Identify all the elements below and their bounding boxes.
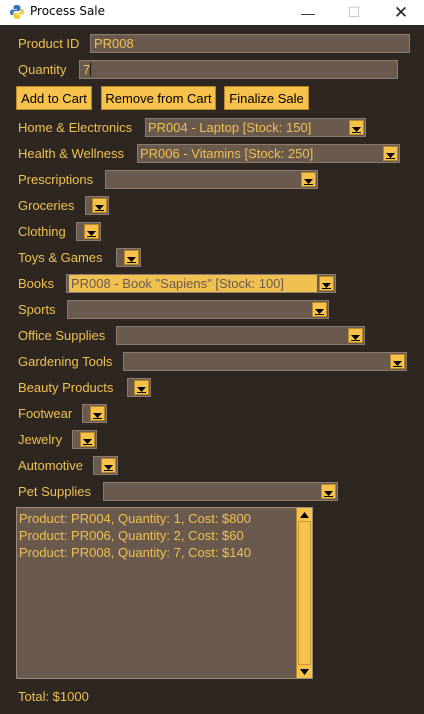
triangle-down-icon[interactable] (383, 146, 398, 161)
product-id-label: Product ID (18, 36, 80, 51)
category-label-automotive: Automotive (18, 458, 84, 473)
triangle-down-icon[interactable] (348, 328, 363, 343)
total-label: Total: $1000 (18, 689, 89, 704)
triangle-down-icon[interactable] (321, 484, 336, 499)
quantity-label: Quantity (18, 62, 67, 77)
python-icon (9, 4, 25, 20)
combobox-home-and-electronics[interactable]: PR004 - Laptop [Stock: 150] (145, 118, 366, 137)
category-label-books: Books (18, 276, 55, 291)
category-label-pet-supplies: Pet Supplies (18, 484, 91, 499)
maximize-button[interactable]: ☐ (331, 0, 377, 25)
triangle-down-icon[interactable] (312, 302, 327, 317)
scrollbar-thumb[interactable] (298, 521, 311, 665)
triangle-down-icon[interactable] (349, 120, 364, 135)
quantity-field[interactable]: 7 (79, 60, 398, 79)
category-label-sports: Sports (18, 302, 56, 317)
remove-from-cart-button[interactable]: Remove from Cart (101, 86, 216, 110)
product-id-value: PR008 (94, 36, 134, 51)
combobox-toys-and-games[interactable] (116, 248, 141, 267)
combobox-value: PR008 - Book "Sapiens" [Stock: 100] (69, 275, 317, 292)
category-label-jewelry: Jewelry (18, 432, 63, 447)
triangle-down-icon[interactable] (301, 172, 316, 187)
triangle-down-icon[interactable] (84, 224, 99, 239)
triangle-up-icon[interactable] (297, 508, 312, 521)
triangle-down-icon[interactable] (134, 380, 149, 395)
category-label-beauty-products: Beauty Products (18, 380, 114, 395)
combobox-footwear[interactable] (82, 404, 107, 423)
triangle-down-icon[interactable] (80, 432, 95, 447)
list-item[interactable]: Product: PR004, Quantity: 1, Cost: $800 (19, 511, 251, 526)
category-label-groceries: Groceries (18, 198, 75, 213)
finalize-sale-button[interactable]: Finalize Sale (224, 86, 309, 110)
scrollbar[interactable] (296, 508, 312, 678)
list-item[interactable]: Product: PR008, Quantity: 7, Cost: $140 (19, 545, 251, 560)
product-id-field[interactable]: PR008 (90, 34, 410, 53)
combobox-beauty-products[interactable] (127, 378, 151, 397)
combobox-clothing[interactable] (76, 222, 101, 241)
triangle-down-icon[interactable] (319, 276, 334, 291)
triangle-down-icon[interactable] (90, 406, 105, 421)
category-label-toys-and-games: Toys & Games (18, 250, 103, 265)
window-title: Process Sale (30, 4, 106, 18)
category-label-home-and-electronics: Home & Electronics (18, 120, 133, 135)
combobox-automotive[interactable] (93, 456, 118, 475)
triangle-down-icon[interactable] (92, 198, 107, 213)
combobox-value: PR004 - Laptop [Stock: 150] (148, 120, 312, 135)
category-label-gardening-tools: Gardening Tools (18, 354, 113, 369)
triangle-down-icon[interactable] (297, 665, 312, 678)
text-caret (90, 63, 92, 76)
add-to-cart-button[interactable]: Add to Cart (16, 86, 92, 110)
triangle-down-icon[interactable] (124, 250, 139, 265)
combobox-pet-supplies[interactable] (103, 482, 338, 501)
combobox-value: PR006 - Vitamins [Stock: 250] (140, 146, 314, 161)
category-label-footwear: Footwear (18, 406, 73, 421)
combobox-groceries[interactable] (85, 196, 109, 215)
minimize-button[interactable]: — (285, 0, 331, 25)
triangle-down-icon[interactable] (390, 354, 405, 369)
cart-listbox[interactable]: Product: PR004, Quantity: 1, Cost: $800 … (16, 507, 313, 679)
combobox-gardening-tools[interactable] (123, 352, 407, 371)
combobox-books[interactable]: PR008 - Book "Sapiens" [Stock: 100] (66, 274, 336, 293)
list-item[interactable]: Product: PR006, Quantity: 2, Cost: $60 (19, 528, 244, 543)
combobox-health-and-wellness[interactable]: PR006 - Vitamins [Stock: 250] (137, 144, 400, 163)
quantity-value: 7 (83, 62, 91, 77)
category-label-clothing: Clothing (18, 224, 66, 239)
combobox-jewelry[interactable] (72, 430, 97, 449)
triangle-down-icon[interactable] (101, 458, 116, 473)
title-bar: Process Sale — ☐ ✕ (0, 0, 424, 25)
combobox-prescriptions[interactable] (105, 170, 318, 189)
combobox-office-supplies[interactable] (116, 326, 365, 345)
close-button[interactable]: ✕ (378, 0, 424, 25)
category-label-office-supplies: Office Supplies (18, 328, 106, 343)
combobox-sports[interactable] (67, 300, 329, 319)
category-label-health-and-wellness: Health & Wellness (18, 146, 124, 161)
category-label-prescriptions: Prescriptions (18, 172, 94, 187)
